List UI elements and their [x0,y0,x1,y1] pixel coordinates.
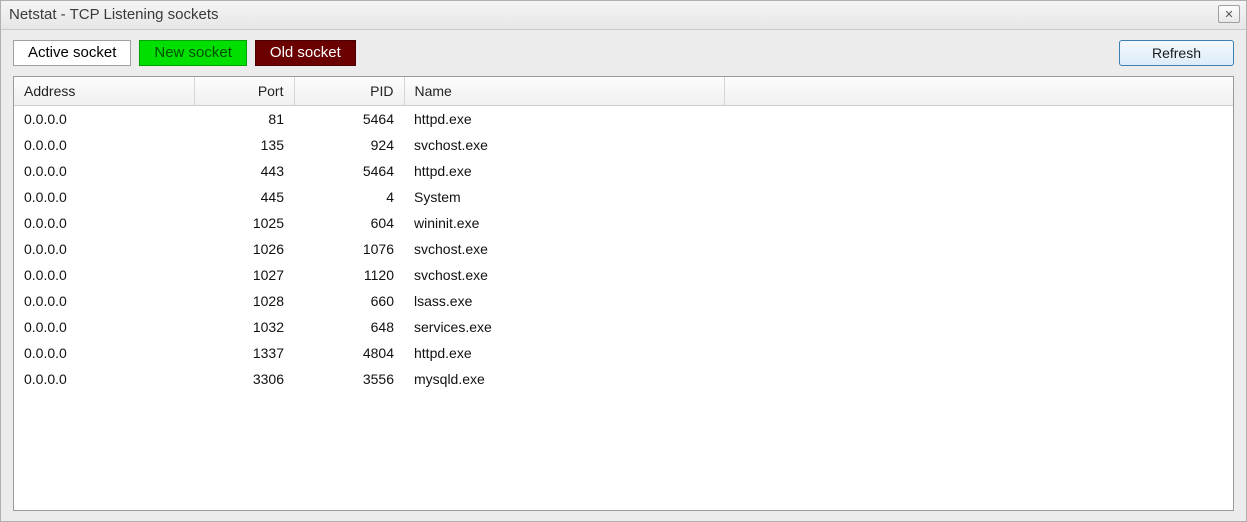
cell-name: lsass.exe [404,288,724,314]
cell-pid: 604 [294,210,404,236]
legend-new-socket: New socket [139,40,247,66]
cell-port: 81 [194,106,294,133]
cell-pid: 648 [294,314,404,340]
table-row[interactable]: 0.0.0.04435464httpd.exe [14,158,1233,184]
close-icon: ✕ [1224,8,1233,21]
cell-name: svchost.exe [404,236,724,262]
cell-empty [724,158,1233,184]
cell-name: httpd.exe [404,106,724,133]
table-row[interactable]: 0.0.0.01032648services.exe [14,314,1233,340]
table-row[interactable]: 0.0.0.01028660lsass.exe [14,288,1233,314]
column-header-pid[interactable]: PID [294,77,404,106]
cell-address: 0.0.0.0 [14,184,194,210]
cell-empty [724,210,1233,236]
cell-address: 0.0.0.0 [14,366,194,392]
cell-port: 1337 [194,340,294,366]
netstat-window: Netstat - TCP Listening sockets ✕ Active… [0,0,1247,522]
cell-empty [724,262,1233,288]
close-button[interactable]: ✕ [1218,5,1240,23]
table-row[interactable]: 0.0.0.013374804httpd.exe [14,340,1233,366]
cell-pid: 5464 [294,106,404,133]
column-header-name[interactable]: Name [404,77,724,106]
cell-address: 0.0.0.0 [14,210,194,236]
cell-port: 3306 [194,366,294,392]
window-title: Netstat - TCP Listening sockets [9,6,219,23]
cell-name: httpd.exe [404,340,724,366]
cell-empty [724,236,1233,262]
cell-pid: 3556 [294,366,404,392]
cell-pid: 5464 [294,158,404,184]
cell-name: System [404,184,724,210]
cell-pid: 4804 [294,340,404,366]
table-row[interactable]: 0.0.0.010271120svchost.exe [14,262,1233,288]
table-row[interactable]: 0.0.0.010261076svchost.exe [14,236,1233,262]
cell-name: svchost.exe [404,262,724,288]
table-row[interactable]: 0.0.0.0815464httpd.exe [14,106,1233,133]
cell-empty [724,366,1233,392]
column-header-empty[interactable] [724,77,1233,106]
cell-empty [724,132,1233,158]
table-header-row: Address Port PID Name [14,77,1233,106]
toolbar: Active socket New socket Old socket Refr… [1,30,1246,74]
cell-name: svchost.exe [404,132,724,158]
cell-pid: 1076 [294,236,404,262]
cell-address: 0.0.0.0 [14,340,194,366]
cell-port: 1032 [194,314,294,340]
cell-port: 1025 [194,210,294,236]
cell-port: 1027 [194,262,294,288]
cell-empty [724,184,1233,210]
cell-pid: 924 [294,132,404,158]
cell-name: httpd.exe [404,158,724,184]
cell-address: 0.0.0.0 [14,288,194,314]
sockets-table: Address Port PID Name 0.0.0.0815464httpd… [14,77,1233,392]
titlebar: Netstat - TCP Listening sockets ✕ [1,1,1246,30]
cell-empty [724,340,1233,366]
legend-old-socket: Old socket [255,40,356,66]
table-row[interactable]: 0.0.0.04454System [14,184,1233,210]
cell-pid: 660 [294,288,404,314]
cell-port: 443 [194,158,294,184]
cell-empty [724,106,1233,133]
cell-address: 0.0.0.0 [14,106,194,133]
cell-name: wininit.exe [404,210,724,236]
cell-port: 445 [194,184,294,210]
sockets-table-container[interactable]: Address Port PID Name 0.0.0.0815464httpd… [13,76,1234,511]
cell-port: 1026 [194,236,294,262]
cell-empty [724,314,1233,340]
column-header-address[interactable]: Address [14,77,194,106]
refresh-button[interactable]: Refresh [1119,40,1234,66]
cell-address: 0.0.0.0 [14,236,194,262]
table-row[interactable]: 0.0.0.01025604wininit.exe [14,210,1233,236]
cell-port: 135 [194,132,294,158]
legend-active-socket: Active socket [13,40,131,66]
cell-empty [724,288,1233,314]
column-header-port[interactable]: Port [194,77,294,106]
cell-address: 0.0.0.0 [14,314,194,340]
cell-name: services.exe [404,314,724,340]
cell-address: 0.0.0.0 [14,262,194,288]
cell-address: 0.0.0.0 [14,132,194,158]
cell-pid: 4 [294,184,404,210]
table-row[interactable]: 0.0.0.0135924svchost.exe [14,132,1233,158]
cell-name: mysqld.exe [404,366,724,392]
cell-address: 0.0.0.0 [14,158,194,184]
cell-port: 1028 [194,288,294,314]
legend: Active socket New socket Old socket [13,40,356,66]
table-row[interactable]: 0.0.0.033063556mysqld.exe [14,366,1233,392]
cell-pid: 1120 [294,262,404,288]
